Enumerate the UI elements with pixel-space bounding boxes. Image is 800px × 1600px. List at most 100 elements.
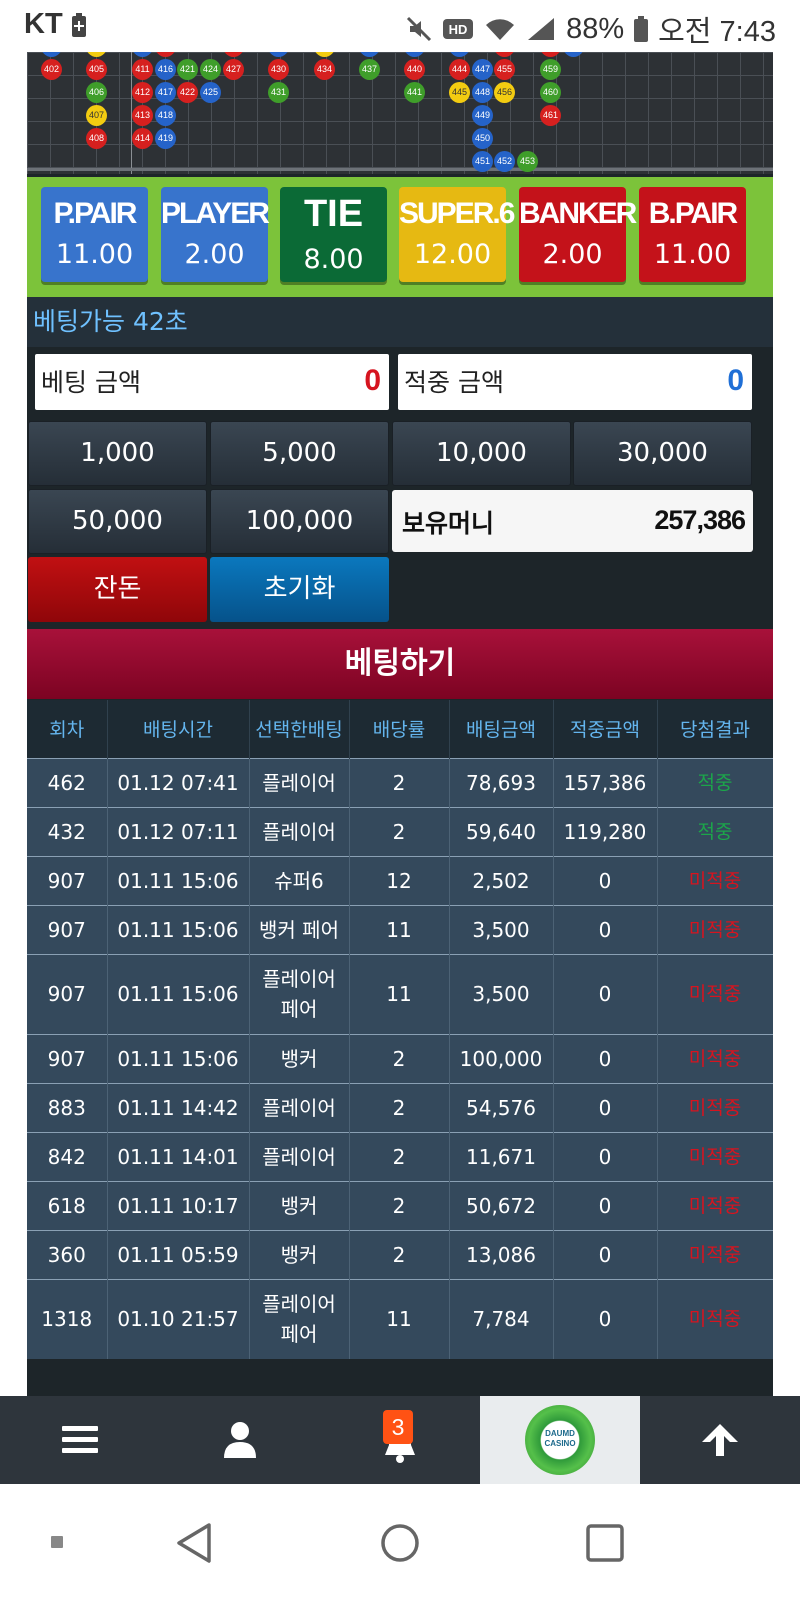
profile-button[interactable] — [160, 1396, 320, 1484]
table-row: 360 01.11 05:59 뱅커 2 13,086 0 미적중 — [27, 1229, 773, 1279]
cell-payout: 0 — [553, 1278, 658, 1359]
bet-tie-button[interactable]: TIE 8.00 — [280, 187, 387, 282]
bead-partial — [540, 52, 561, 57]
change-button[interactable]: 잔돈 — [28, 557, 207, 622]
bet-player-button[interactable]: PLAYER 2.00 — [161, 187, 270, 282]
table-row: 883 01.11 14:42 플레이어 2 54,576 0 미적중 — [27, 1082, 773, 1132]
chip-5000-button[interactable]: 5,000 — [210, 421, 389, 486]
bet-odds: 11.00 — [55, 239, 134, 270]
bead-partial — [404, 52, 425, 57]
scroll-top-button[interactable] — [640, 1396, 800, 1484]
bet-amount-field: 베팅 금액 0 — [35, 354, 389, 410]
bead: 421 — [177, 59, 198, 80]
bead: 408 — [86, 128, 107, 149]
home-icon[interactable] — [380, 1522, 420, 1564]
cell-round: 907 — [27, 1033, 108, 1083]
cell-odds: 2 — [349, 1033, 450, 1083]
reset-button[interactable]: 초기화 — [210, 557, 389, 622]
bead-partial — [449, 52, 470, 57]
notifications-button[interactable]: 3 — [320, 1396, 480, 1484]
bead: 416 — [155, 59, 176, 80]
bet-banker-pair-button[interactable]: B.PAIR 11.00 — [639, 187, 746, 282]
cell-result: 미적중 — [657, 1278, 773, 1359]
casino-app: 402 405 406 407 408 411 412 413 414 416 417 418 419 4… — [27, 52, 773, 1396]
cell-round: 432 — [27, 806, 108, 856]
back-icon[interactable] — [175, 1522, 215, 1564]
table-row: 842 01.11 14:01 플레이어 2 11,671 0 미적중 — [27, 1131, 773, 1181]
cell-payout: 0 — [553, 1033, 658, 1083]
cell-amount: 100,000 — [449, 1033, 554, 1083]
cell-time: 01.12 07:11 — [107, 806, 250, 856]
col-header-result: 당첨결과 — [657, 700, 773, 758]
cell-result: 미적중 — [657, 953, 773, 1034]
chip-30000-button[interactable]: 30,000 — [573, 421, 752, 486]
bead-partial — [41, 52, 62, 57]
chip-1000-button[interactable]: 1,000 — [28, 421, 207, 486]
bead: 461 — [540, 105, 561, 126]
bet-label: PLAYER — [161, 197, 270, 230]
chip-10000-button[interactable]: 10,000 — [392, 421, 571, 486]
cell-time: 01.11 14:42 — [107, 1082, 250, 1132]
battery-percent: 88% — [566, 12, 625, 45]
cell-choice: 플레이어 — [249, 757, 350, 807]
cell-result: 미적중 — [657, 1033, 773, 1083]
bead: 425 — [200, 82, 221, 103]
col-header-time: 배팅시간 — [107, 700, 250, 758]
bet-super6-button[interactable]: SUPER.6 12.00 — [399, 187, 515, 282]
bet-banker-button[interactable]: BANKER 2.00 — [519, 187, 637, 282]
col-header-amount: 배팅금액 — [449, 700, 554, 758]
bead: 452 — [494, 151, 515, 172]
cell-amount: 3,500 — [449, 904, 554, 954]
cell-round: 883 — [27, 1082, 108, 1132]
cell-choice: 슈퍼6 — [249, 855, 350, 905]
casino-logo-button[interactable]: DAUMD CASINO — [480, 1396, 640, 1484]
cell-result: 미적중 — [657, 1180, 773, 1230]
bead: 422 — [177, 82, 198, 103]
cell-result: 미적중 — [657, 1082, 773, 1132]
wifi-icon — [486, 19, 515, 40]
bead-partial — [314, 52, 335, 57]
recents-icon[interactable] — [585, 1522, 625, 1564]
recent-indicator-icon — [51, 1536, 63, 1548]
bead-partial — [132, 52, 153, 57]
bead-partial — [155, 52, 176, 57]
cell-payout: 119,280 — [553, 806, 658, 856]
win-amount-label: 적중 금액 — [404, 368, 504, 397]
table-header-row: 회차 배팅시간 선택한배팅 배당률 배팅금액 적중금액 당첨결과 — [27, 700, 773, 758]
bead: 447 — [472, 59, 493, 80]
bead: 402 — [41, 59, 62, 80]
cell-payout: 0 — [553, 1180, 658, 1230]
cell-odds: 2 — [349, 806, 450, 856]
bead: 450 — [472, 128, 493, 149]
bead: 451 — [472, 151, 493, 172]
bet-player-pair-button[interactable]: P.PAIR 11.00 — [41, 187, 148, 282]
logo-line2: CASINO — [544, 1439, 576, 1448]
cell-amount: 3,500 — [449, 953, 554, 1034]
chip-50000-button[interactable]: 50,000 — [28, 489, 207, 554]
place-bet-button[interactable]: 베팅하기 — [27, 629, 773, 699]
cell-round: 842 — [27, 1131, 108, 1181]
cell-choice: 플레이어 페어 — [249, 1278, 350, 1359]
chip-100000-button[interactable]: 100,000 — [210, 489, 389, 554]
menu-button[interactable] — [0, 1396, 160, 1484]
logo-line1: DAUMD — [545, 1429, 575, 1438]
balance-box: 보유머니 257,386 — [392, 490, 753, 552]
cell-odds: 2 — [349, 757, 450, 807]
bead: 455 — [494, 59, 515, 80]
cell-time: 01.11 05:59 — [107, 1229, 250, 1279]
bet-amount-label: 베팅 금액 — [41, 368, 141, 397]
win-amount-value: 0 — [727, 364, 744, 397]
cell-result: 적중 — [657, 757, 773, 807]
cell-choice: 뱅커 페어 — [249, 904, 350, 954]
cell-result: 미적중 — [657, 1131, 773, 1181]
cell-result: 적중 — [657, 806, 773, 856]
bet-amount-value: 0 — [364, 364, 381, 397]
cell-round: 907 — [27, 855, 108, 905]
bead-partial — [86, 52, 107, 57]
bead-partial — [359, 52, 380, 57]
cell-result: 미적중 — [657, 1229, 773, 1279]
table-row: 462 01.12 07:41 플레이어 2 78,693 157,386 적중 — [27, 757, 773, 807]
carrier-label: KT — [24, 8, 63, 40]
bead: 413 — [132, 105, 153, 126]
roadmap-bottom-border — [27, 168, 773, 171]
